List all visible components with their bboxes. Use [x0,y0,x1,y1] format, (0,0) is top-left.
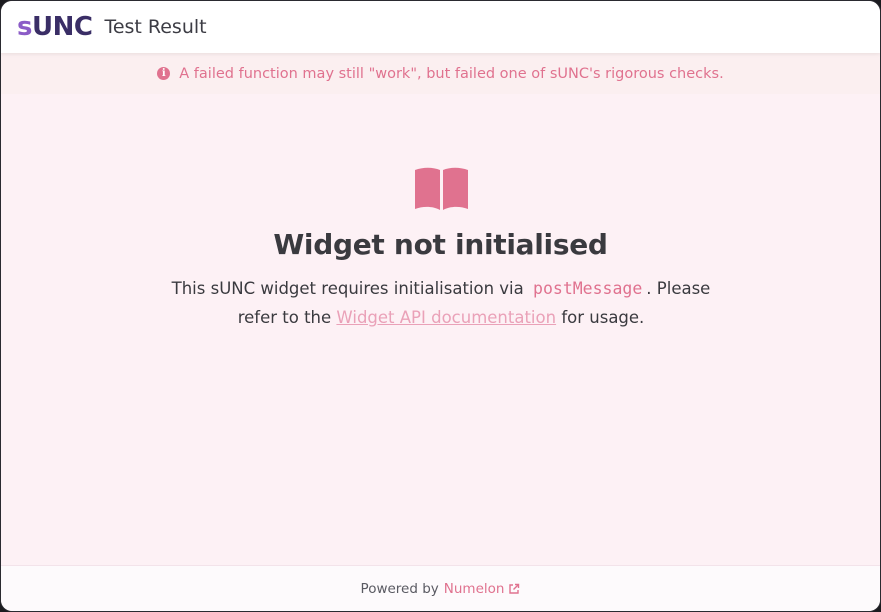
description-part1: This sUNC widget requires initialisation… [171,279,524,298]
widget-api-documentation-link[interactable]: Widget API documentation [336,308,556,327]
heading: Widget not initialised [273,228,608,261]
powered-by-text: Powered by [360,580,439,597]
notice-banner: i A failed function may still "work", bu… [1,53,880,94]
description-part3: for usage. [561,308,645,327]
widget-frame: sUNC Test Result i A failed function may… [0,0,881,612]
description: This sUNC widget requires initialisation… [151,274,731,332]
page-title: Test Result [104,16,207,38]
info-icon: i [157,67,171,80]
numelon-link-text: Numelon [443,580,505,597]
footer: Powered by Numelon [1,565,880,611]
book-open-icon [415,167,468,210]
header: sUNC Test Result [1,1,880,53]
logo-text: UNC [31,12,93,42]
code-postmessage: postMessage [533,279,643,298]
external-link-icon [509,583,520,594]
logo: sUNC [17,12,93,42]
logo-s: s [17,12,32,42]
main-content: Widget not initialised This sUNC widget … [1,94,880,567]
numelon-link[interactable]: Numelon [444,581,521,597]
notice-text: A failed function may still "work", but … [179,65,724,82]
